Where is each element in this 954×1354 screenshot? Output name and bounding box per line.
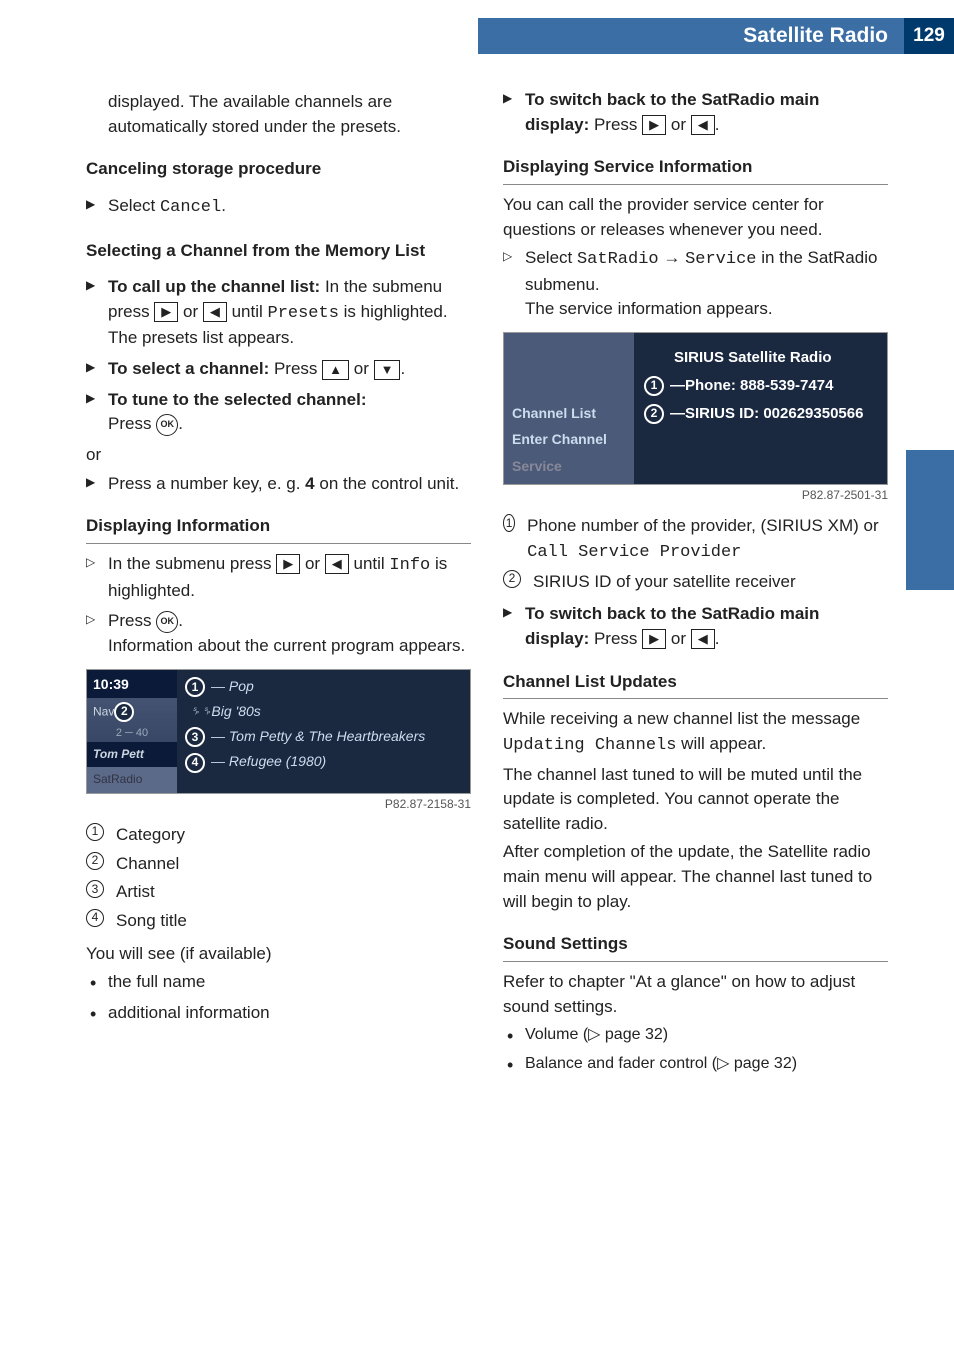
sound-balance: Balance and fader control (▷ page 32): [503, 1052, 888, 1075]
ok-button-icon: OK: [156, 611, 178, 633]
figure1-legend: 1Category 2Channel 3Artist 4Song title: [86, 823, 471, 934]
intro-continuation: displayed. The available channels are au…: [86, 90, 471, 139]
right-key-icon: ▶: [154, 302, 178, 322]
up-key-icon: ▲: [322, 360, 349, 380]
service-p1: You can call the provider service center…: [503, 193, 888, 242]
step-select-channel: To select a channel: Press ▲ or ▼.: [86, 357, 471, 382]
step-tune: To tune to the selected channel: Press O…: [86, 388, 471, 437]
dispinfo-step2: Press OK. Information about the current …: [86, 609, 471, 658]
sound-p1: Refer to chapter "At a glance" on how to…: [503, 970, 888, 1019]
dispinfo-step1: In the submenu press ▶ or ◀ until Info i…: [86, 552, 471, 603]
info-display-figure: 10:39 Nav2 2 ─ 40 Tom Pett SatRadio 1— P…: [86, 669, 471, 794]
fig-time: 10:39: [87, 670, 177, 698]
fig-tompetty: Tom Pett: [87, 742, 177, 767]
service-title: Displaying Service Information: [503, 155, 888, 185]
figure2-legend: 1Phone number of the provider, (SIRIUS X…: [503, 514, 888, 594]
header-title: Satellite Radio: [743, 21, 888, 51]
switch-back-2: To switch back to the SatRadio main disp…: [503, 602, 888, 651]
service-info-figure: Channel List Enter Channel Service SIRIU…: [503, 332, 888, 485]
avail-b1: the full name: [86, 970, 471, 995]
page-header: Satellite Radio: [478, 18, 954, 54]
sound-title: Sound Settings: [503, 932, 888, 962]
or-text: or: [86, 443, 471, 468]
service-step: Select SatRadio → Service in the SatRadi…: [503, 246, 888, 322]
switch-back-1: To switch back to the SatRadio main disp…: [503, 88, 888, 137]
avail-intro: You will see (if available): [86, 942, 471, 967]
cancel-step: Select Cancel.: [86, 194, 471, 221]
updates-p1: While receiving a new channel list the m…: [503, 707, 888, 758]
side-tab-label: Audio: [948, 490, 954, 569]
right-key-icon: ▶: [642, 115, 666, 135]
fig-satradio: SatRadio: [87, 767, 177, 792]
left-key-icon: ◀: [691, 629, 715, 649]
fig2-channel-list: Channel List: [512, 403, 626, 423]
left-key-icon: ◀: [325, 554, 349, 574]
page-number-box: 129: [904, 18, 954, 54]
updates-p3: After completion of the update, the Sate…: [503, 840, 888, 914]
down-key-icon: ▼: [374, 360, 401, 380]
right-column: To switch back to the SatRadio main disp…: [503, 88, 888, 1314]
figure1-caption: P82.87-2158-31: [86, 796, 471, 813]
fig2-enter-channel: Enter Channel: [512, 429, 626, 449]
step-callup: To call up the channel list: In the subm…: [86, 275, 471, 351]
selecting-title: Selecting a Channel from the Memory List: [86, 239, 471, 268]
dispinfo-title: Displaying Information: [86, 514, 471, 544]
cancel-title: Canceling storage procedure: [86, 157, 471, 186]
updates-p2: The channel last tuned to will be muted …: [503, 763, 888, 837]
step-number-key: Press a number key, e. g. 4 on the contr…: [86, 472, 471, 497]
right-key-icon: ▶: [642, 629, 666, 649]
left-key-icon: ◀: [691, 115, 715, 135]
sound-volume: Volume (▷ page 32): [503, 1023, 888, 1046]
avail-b2: additional information: [86, 1001, 471, 1026]
figure2-caption: P82.87-2501-31: [503, 487, 888, 504]
page-number: 129: [913, 22, 945, 50]
right-key-icon: ▶: [276, 554, 300, 574]
left-column: displayed. The available channels are au…: [86, 88, 471, 1314]
left-key-icon: ◀: [203, 302, 227, 322]
ok-button-icon: OK: [156, 414, 178, 436]
fig2-service: Service: [512, 456, 626, 476]
updates-title: Channel List Updates: [503, 670, 888, 700]
fig-nav: Nav2: [87, 698, 177, 726]
content-area: displayed. The available channels are au…: [86, 88, 888, 1314]
